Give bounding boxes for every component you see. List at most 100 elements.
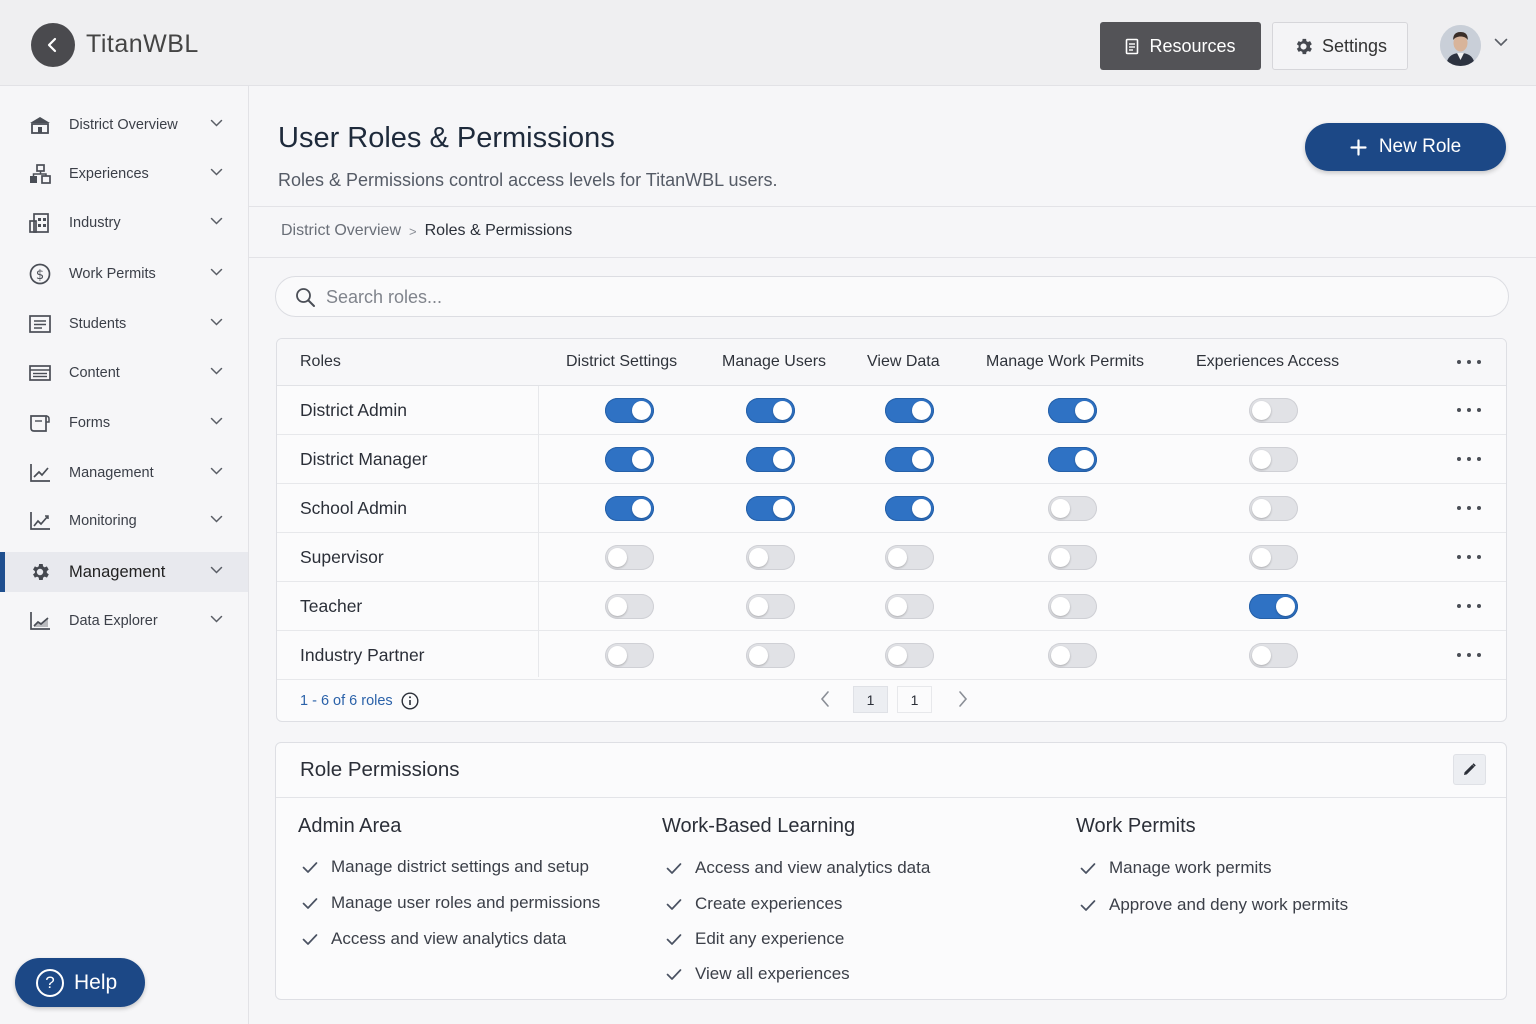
toggle-knob [632,499,651,518]
table-row: Industry Partner [277,631,1506,680]
manage-users-toggle[interactable] [746,447,795,472]
network-icon [30,164,51,184]
manage-work-permits-toggle[interactable] [1048,643,1097,668]
user-avatar[interactable] [1440,25,1481,66]
manage-work-permits-toggle[interactable] [1048,398,1097,423]
back-button[interactable] [31,23,75,67]
permission-label: Manage work permits [1109,858,1272,877]
role-permissions-card: Role Permissions Admin Area Manage distri… [275,742,1507,1000]
previous-page-icon[interactable] [819,690,831,708]
view-data-toggle[interactable] [885,643,934,668]
plus-icon [1350,138,1367,156]
view-data-toggle[interactable] [885,398,934,423]
manage-work-permits-toggle[interactable] [1048,447,1097,472]
permission-item: View all experiences [666,964,850,984]
view-data-toggle[interactable] [885,545,934,570]
sidebar-item-forms[interactable]: Forms [0,403,248,443]
info-icon[interactable] [401,692,419,710]
toggle-knob [608,548,627,567]
header-divider [249,206,1536,207]
breadcrumb-parent[interactable]: District Overview [281,222,401,240]
toggle-knob [888,597,907,616]
permission-label: Manage district settings and setup [331,857,589,876]
district-settings-toggle[interactable] [605,447,654,472]
new-role-button[interactable]: New Role [1305,123,1506,171]
page-button-2[interactable]: 1 [897,686,932,713]
chevron-down-icon [210,467,223,475]
sidebar-item-district-overview[interactable]: District Overview [0,105,248,145]
experiences-access-toggle[interactable] [1249,398,1298,423]
check-icon [302,861,318,873]
gear-icon [33,564,49,580]
sidebar-item-experiences[interactable]: Experiences [0,154,248,194]
manage-users-toggle[interactable] [746,594,795,619]
row-more-options[interactable] [1457,600,1481,612]
manage-work-permits-toggle[interactable] [1048,594,1097,619]
district-settings-toggle[interactable] [605,594,654,619]
sidebar-item-industry[interactable]: Industry [0,203,248,243]
card-divider [276,797,1506,798]
district-settings-toggle[interactable] [605,496,654,521]
toggle-knob [1252,548,1271,567]
header-more-options[interactable] [1457,356,1481,368]
experiences-access-toggle[interactable] [1249,496,1298,521]
manage-work-permits-toggle[interactable] [1048,496,1097,521]
view-data-toggle[interactable] [885,447,934,472]
pencil-icon [1464,763,1476,775]
district-settings-toggle[interactable] [605,545,654,570]
help-label: Help [74,970,118,994]
search-input[interactable] [326,283,1476,311]
row-more-options[interactable] [1457,649,1481,661]
sidebar-item-label: Industry [69,215,121,231]
row-more-options[interactable] [1457,502,1481,514]
permission-item: Create experiences [666,894,842,914]
manage-users-toggle[interactable] [746,398,795,423]
help-button[interactable]: ? Help [15,958,145,1007]
resources-label: Resources [1149,35,1236,56]
sidebar-item-management-active[interactable]: Management [0,552,248,592]
district-settings-toggle[interactable] [605,398,654,423]
page-button-1[interactable]: 1 [853,686,888,713]
edit-permissions-button[interactable] [1453,754,1486,785]
settings-label: Settings [1321,35,1388,56]
settings-button[interactable]: Settings [1272,22,1408,70]
toggle-knob [773,499,792,518]
view-data-toggle[interactable] [885,496,934,521]
chevron-down-icon[interactable] [1494,38,1508,47]
column-header-roles: Roles [300,353,341,370]
next-page-icon[interactable] [957,690,969,708]
toggle-knob [1051,548,1070,567]
experiences-access-toggle[interactable] [1249,545,1298,570]
row-more-options[interactable] [1457,404,1481,416]
line-chart-icon [30,464,50,482]
view-data-toggle[interactable] [885,594,934,619]
manage-users-toggle[interactable] [746,496,795,521]
manage-users-toggle[interactable] [746,545,795,570]
resources-button[interactable]: Resources [1100,22,1261,70]
experiences-access-toggle[interactable] [1249,594,1298,619]
sidebar-item-content[interactable]: Content [0,353,248,393]
group-title-admin-area: Admin Area [298,815,402,837]
permission-label: Create experiences [695,894,843,913]
chevron-down-icon [210,566,223,574]
district-settings-toggle[interactable] [605,643,654,668]
manage-users-toggle[interactable] [746,643,795,668]
experiences-access-toggle[interactable] [1249,643,1298,668]
role-name: District Admin [300,400,407,420]
search-bar [275,276,1509,317]
roles-count: 1 - 6 of 6 roles [300,692,419,710]
role-name: Teacher [300,596,363,616]
permission-label: Edit any experience [695,929,845,948]
sidebar-item-work-permits[interactable]: $ Work Permits [0,254,248,294]
sidebar-item-data-explorer[interactable]: Data Explorer [0,601,248,641]
sidebar-item-monitoring[interactable]: Monitoring [0,501,248,541]
sidebar-item-management[interactable]: Management [0,453,248,493]
permission-label: Manage user roles and permissions [331,893,601,912]
forms-icon [30,415,50,432]
sidebar-item-students[interactable]: Students [0,304,248,344]
experiences-access-toggle[interactable] [1249,447,1298,472]
manage-work-permits-toggle[interactable] [1048,545,1097,570]
sidebar-item-label: Data Explorer [69,613,158,629]
row-more-options[interactable] [1457,453,1481,465]
row-more-options[interactable] [1457,551,1481,563]
